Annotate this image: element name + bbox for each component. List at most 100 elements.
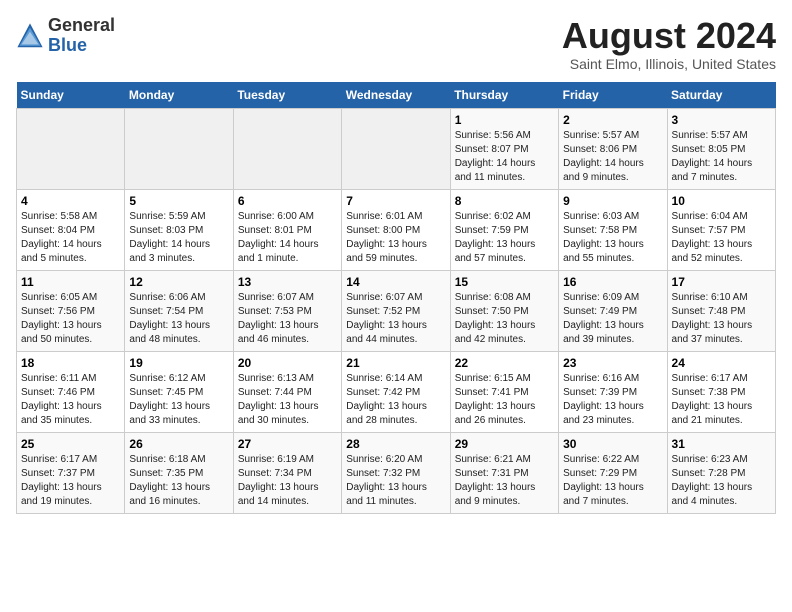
day-number: 30 [563,437,662,451]
day-number: 15 [455,275,554,289]
calendar-day-cell: 30 Sunrise: 6:22 AM Sunset: 7:29 PM Dayli… [559,432,667,513]
logo-general-text: General [48,15,115,35]
day-info: Sunrise: 6:12 AM Sunset: 7:45 PM Dayligh… [129,372,228,428]
day-of-week-header: Thursday [450,82,558,109]
calendar-day-cell: 1Sunrise: 5:56 AM Sunset: 8:07 PM Daylig… [450,108,558,189]
day-info: Sunrise: 6:16 AM Sunset: 7:39 PM Dayligh… [563,372,662,428]
calendar-day-cell: 23 Sunrise: 6:16 AM Sunset: 7:39 PM Dayli… [559,351,667,432]
day-info: Sunrise: 6:08 AM Sunset: 7:50 PM Dayligh… [455,291,554,347]
calendar-header-row: SundayMondayTuesdayWednesdayThursdayFrid… [17,82,776,109]
day-info: Sunrise: 6:23 AM Sunset: 7:28 PM Dayligh… [672,453,771,509]
day-number: 9 [563,194,662,208]
day-number: 10 [672,194,771,208]
day-info: Sunrise: 6:13 AM Sunset: 7:44 PM Dayligh… [238,372,337,428]
day-info: Sunrise: 6:18 AM Sunset: 7:35 PM Dayligh… [129,453,228,509]
calendar-day-cell: 10 Sunrise: 6:04 AM Sunset: 7:57 PM Dayli… [667,189,775,270]
day-number: 26 [129,437,228,451]
day-number: 7 [346,194,445,208]
day-number: 5 [129,194,228,208]
calendar-day-cell [125,108,233,189]
day-info: Sunrise: 6:00 AM Sunset: 8:01 PM Dayligh… [238,210,337,266]
day-info: Sunrise: 6:05 AM Sunset: 7:56 PM Dayligh… [21,291,120,347]
calendar-day-cell: 18Sunrise: 6:11 AM Sunset: 7:46 PM Dayli… [17,351,125,432]
day-info: Sunrise: 5:57 AM Sunset: 8:05 PM Dayligh… [672,129,771,185]
day-of-week-header: Saturday [667,82,775,109]
calendar-day-cell: 5Sunrise: 5:59 AM Sunset: 8:03 PM Daylig… [125,189,233,270]
day-info: Sunrise: 6:14 AM Sunset: 7:42 PM Dayligh… [346,372,445,428]
calendar-day-cell [17,108,125,189]
location-subtitle: Saint Elmo, Illinois, United States [562,56,776,72]
day-number: 21 [346,356,445,370]
day-number: 4 [21,194,120,208]
calendar-day-cell: 15 Sunrise: 6:08 AM Sunset: 7:50 PM Dayli… [450,270,558,351]
calendar-day-cell: 29Sunrise: 6:21 AM Sunset: 7:31 PM Dayli… [450,432,558,513]
day-info: Sunrise: 6:10 AM Sunset: 7:48 PM Dayligh… [672,291,771,347]
day-number: 22 [455,356,554,370]
day-info: Sunrise: 6:17 AM Sunset: 7:38 PM Dayligh… [672,372,771,428]
calendar-table: SundayMondayTuesdayWednesdayThursdayFrid… [16,82,776,514]
calendar-day-cell: 7 Sunrise: 6:01 AM Sunset: 8:00 PM Daylig… [342,189,450,270]
day-number: 24 [672,356,771,370]
day-number: 23 [563,356,662,370]
calendar-day-cell: 8 Sunrise: 6:02 AM Sunset: 7:59 PM Daylig… [450,189,558,270]
calendar-day-cell: 13Sunrise: 6:07 AM Sunset: 7:53 PM Dayli… [233,270,341,351]
day-number: 31 [672,437,771,451]
page-header: General Blue August 2024 Saint Elmo, Ill… [16,16,776,72]
calendar-day-cell: 19 Sunrise: 6:12 AM Sunset: 7:45 PM Dayli… [125,351,233,432]
logo-text: General Blue [48,16,115,56]
calendar-day-cell: 27 Sunrise: 6:19 AM Sunset: 7:34 PM Dayli… [233,432,341,513]
day-of-week-header: Sunday [17,82,125,109]
day-number: 3 [672,113,771,127]
calendar-day-cell: 22 Sunrise: 6:15 AM Sunset: 7:41 PM Dayli… [450,351,558,432]
day-info: Sunrise: 6:22 AM Sunset: 7:29 PM Dayligh… [563,453,662,509]
day-info: Sunrise: 6:07 AM Sunset: 7:52 PM Dayligh… [346,291,445,347]
calendar-day-cell: 9 Sunrise: 6:03 AM Sunset: 7:58 PM Daylig… [559,189,667,270]
logo: General Blue [16,16,115,56]
title-block: August 2024 Saint Elmo, Illinois, United… [562,16,776,72]
month-year-title: August 2024 [562,16,776,56]
day-number: 12 [129,275,228,289]
calendar-day-cell: 28 Sunrise: 6:20 AM Sunset: 7:32 PM Dayli… [342,432,450,513]
logo-blue-text: Blue [48,35,87,55]
day-number: 27 [238,437,337,451]
day-info: Sunrise: 6:15 AM Sunset: 7:41 PM Dayligh… [455,372,554,428]
day-of-week-header: Friday [559,82,667,109]
day-number: 29 [455,437,554,451]
calendar-week-row: 1Sunrise: 5:56 AM Sunset: 8:07 PM Daylig… [17,108,776,189]
day-of-week-header: Wednesday [342,82,450,109]
day-number: 8 [455,194,554,208]
calendar-week-row: 18Sunrise: 6:11 AM Sunset: 7:46 PM Dayli… [17,351,776,432]
calendar-day-cell: 21 Sunrise: 6:14 AM Sunset: 7:42 PM Dayli… [342,351,450,432]
day-number: 25 [21,437,120,451]
calendar-day-cell [233,108,341,189]
day-info: Sunrise: 6:01 AM Sunset: 8:00 PM Dayligh… [346,210,445,266]
day-of-week-header: Tuesday [233,82,341,109]
day-info: Sunrise: 6:04 AM Sunset: 7:57 PM Dayligh… [672,210,771,266]
day-info: Sunrise: 5:58 AM Sunset: 8:04 PM Dayligh… [21,210,120,266]
day-number: 28 [346,437,445,451]
calendar-day-cell: 26 Sunrise: 6:18 AM Sunset: 7:35 PM Dayli… [125,432,233,513]
day-info: Sunrise: 6:02 AM Sunset: 7:59 PM Dayligh… [455,210,554,266]
calendar-day-cell: 20Sunrise: 6:13 AM Sunset: 7:44 PM Dayli… [233,351,341,432]
day-number: 13 [238,275,337,289]
calendar-day-cell: 4 Sunrise: 5:58 AM Sunset: 8:04 PM Daylig… [17,189,125,270]
day-info: Sunrise: 6:17 AM Sunset: 7:37 PM Dayligh… [21,453,120,509]
calendar-day-cell: 11Sunrise: 6:05 AM Sunset: 7:56 PM Dayli… [17,270,125,351]
day-number: 16 [563,275,662,289]
day-info: Sunrise: 6:03 AM Sunset: 7:58 PM Dayligh… [563,210,662,266]
calendar-day-cell [342,108,450,189]
logo-icon [16,22,44,50]
day-info: Sunrise: 5:57 AM Sunset: 8:06 PM Dayligh… [563,129,662,185]
day-info: Sunrise: 6:19 AM Sunset: 7:34 PM Dayligh… [238,453,337,509]
calendar-day-cell: 17Sunrise: 6:10 AM Sunset: 7:48 PM Dayli… [667,270,775,351]
day-number: 2 [563,113,662,127]
calendar-week-row: 4 Sunrise: 5:58 AM Sunset: 8:04 PM Daylig… [17,189,776,270]
day-number: 18 [21,356,120,370]
calendar-day-cell: 12Sunrise: 6:06 AM Sunset: 7:54 PM Dayli… [125,270,233,351]
day-info: Sunrise: 6:20 AM Sunset: 7:32 PM Dayligh… [346,453,445,509]
calendar-week-row: 25 Sunrise: 6:17 AM Sunset: 7:37 PM Dayli… [17,432,776,513]
calendar-week-row: 11Sunrise: 6:05 AM Sunset: 7:56 PM Dayli… [17,270,776,351]
day-info: Sunrise: 6:09 AM Sunset: 7:49 PM Dayligh… [563,291,662,347]
day-number: 19 [129,356,228,370]
day-number: 1 [455,113,554,127]
